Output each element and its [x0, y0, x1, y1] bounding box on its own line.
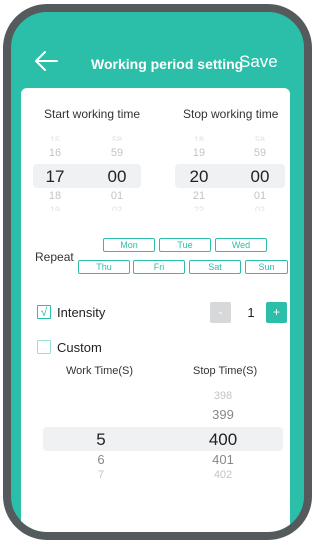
day-toggle-tue[interactable]: Tue [159, 238, 211, 252]
wheel-option: 01 [110, 190, 124, 202]
wheel-selected-value: 5 [96, 430, 106, 449]
arrow-left-icon [35, 51, 58, 71]
wheel-option: 6 [97, 452, 105, 467]
wheel-option: 18 [48, 190, 62, 202]
stop-time-label: Stop working time [183, 107, 279, 121]
phone-frame: Working period setting Save Start workin… [3, 4, 312, 540]
work-time-label: Work Time(S) [66, 365, 134, 377]
wheel-option: 01 [253, 190, 267, 202]
wheel-option: 7 [97, 469, 105, 481]
wheel-option: 02 [254, 206, 265, 211]
settings-panel: Start working time Stop working time 15 … [21, 88, 290, 532]
custom-label: Custom [57, 340, 102, 355]
intensity-increase-button[interactable]: + [266, 302, 287, 323]
header: Working period setting Save [11, 12, 304, 100]
intensity-decrease-button[interactable]: - [210, 302, 231, 323]
wheel-option: 21 [192, 190, 206, 202]
repeat-label: Repeat [35, 250, 74, 264]
wheel-option: 18 [193, 136, 204, 141]
wheel-option: 59 [110, 147, 124, 159]
wheel-option: 16 [48, 147, 62, 159]
intensity-label: Intensity [57, 305, 106, 320]
custom-selection-band [43, 427, 283, 451]
wheel-option: 22 [193, 206, 204, 211]
wheel-selected-value: 400 [208, 430, 238, 449]
day-toggle-fri[interactable]: Fri [133, 260, 185, 274]
custom-checkbox[interactable] [37, 340, 51, 354]
day-toggle-wed[interactable]: Wed [215, 238, 267, 252]
page-title: Working period setting [91, 56, 244, 72]
day-toggle-sat[interactable]: Sat [189, 260, 241, 274]
wheel-option: 02 [111, 206, 122, 211]
wheel-selected-value: 20 [189, 167, 209, 186]
day-toggle-sun[interactable]: Sun [245, 260, 288, 274]
wheel-option: 15 [49, 136, 60, 141]
wheel-selected-value: 17 [45, 167, 65, 186]
wheel-option: 401 [212, 452, 234, 467]
wheel-option: 58 [254, 136, 265, 141]
intensity-checkbox[interactable]: √ [37, 305, 51, 319]
wheel-option: 19 [49, 206, 60, 211]
start-time-label: Start working time [44, 107, 141, 121]
wheel-selected-value: 00 [107, 167, 127, 186]
wheel-option: 59 [253, 147, 267, 159]
back-button[interactable] [33, 48, 59, 74]
save-button[interactable]: Save [239, 52, 278, 72]
day-toggle-thu[interactable]: Thu [78, 260, 130, 274]
stop-time-column-label: Stop Time(S) [193, 365, 258, 377]
wheel-option: 58 [111, 136, 122, 141]
wheel-option: 399 [212, 407, 234, 422]
wheel-option: 402 [213, 470, 233, 478]
wheel-option: 19 [192, 147, 206, 159]
wheel-selected-value: 00 [250, 167, 270, 186]
intensity-value: 1 [247, 305, 255, 320]
day-toggle-mon[interactable]: Mon [103, 238, 155, 252]
wheel-option: 398 [213, 390, 233, 402]
